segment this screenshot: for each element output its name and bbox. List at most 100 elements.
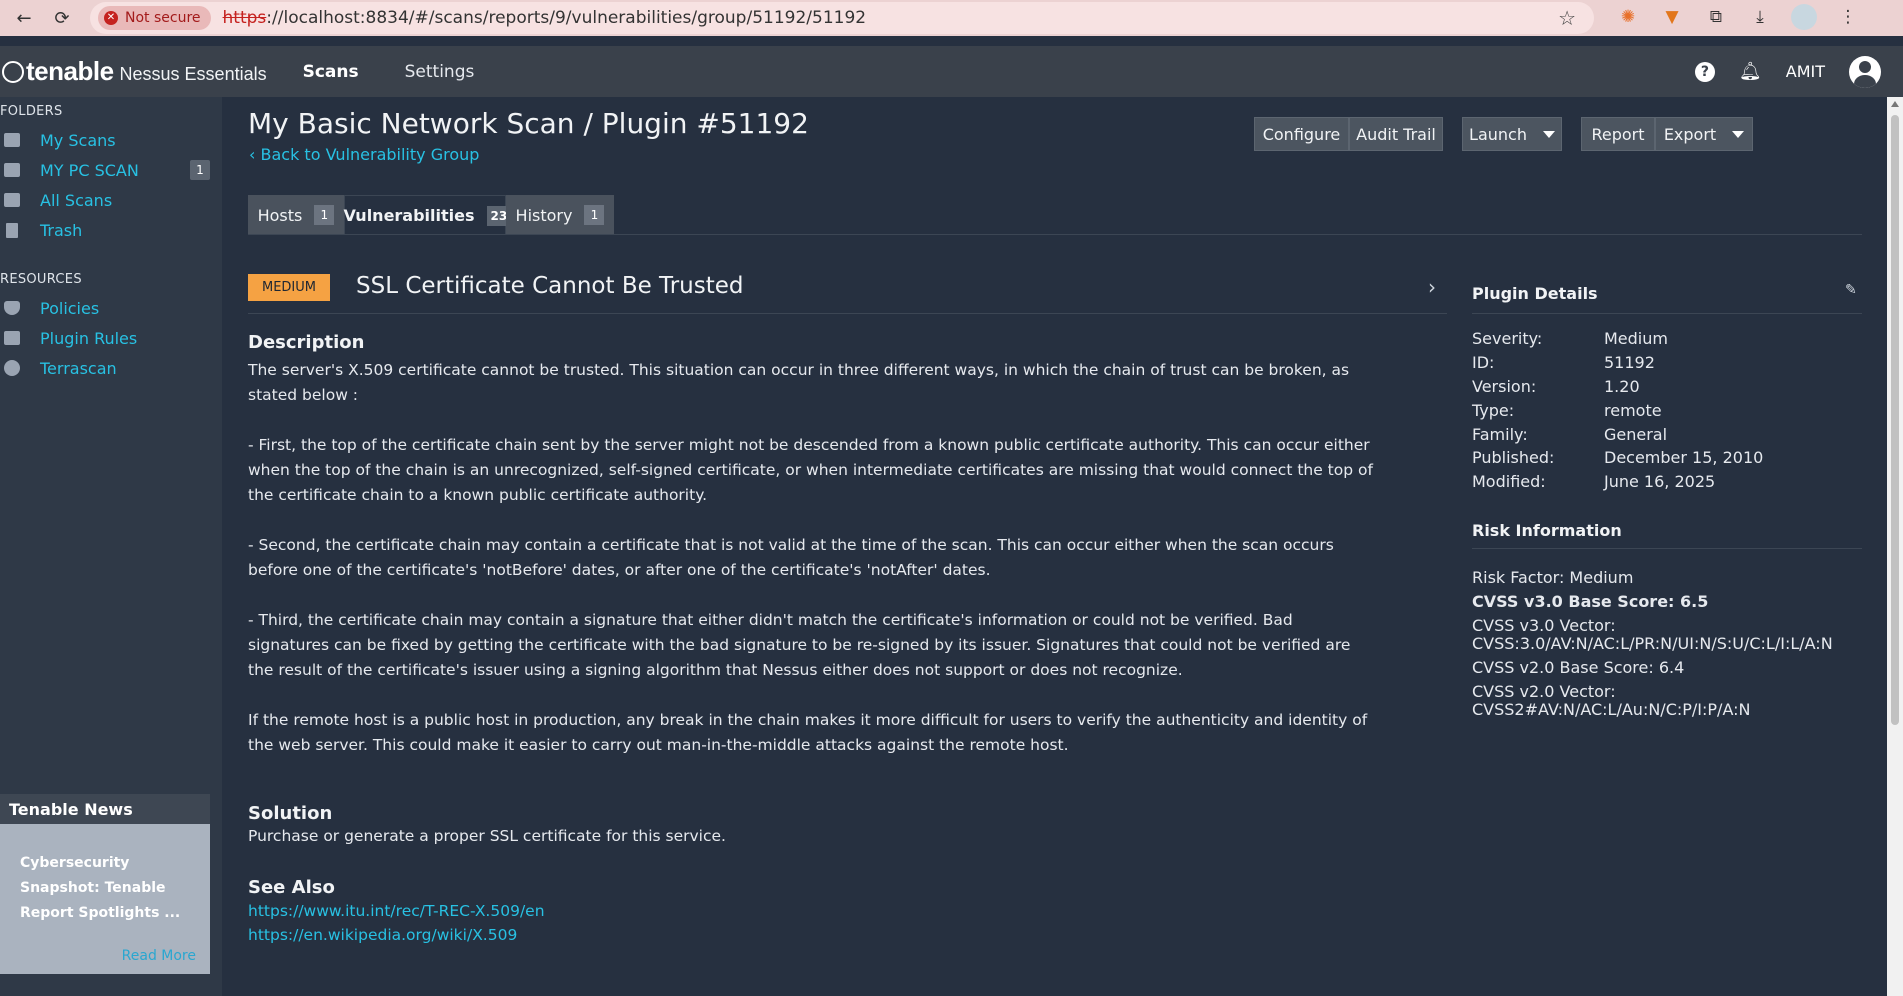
tenable-logo[interactable]: tenable Nessus Essentials	[2, 56, 267, 87]
plugin-details-heading: Plugin Details	[1472, 284, 1598, 303]
cvss3-base-score: CVSS v3.0 Base Score: 6.5	[1472, 592, 1709, 611]
report-button[interactable]: Report	[1581, 117, 1655, 151]
page-title: My Basic Network Scan / Plugin #51192	[248, 107, 809, 140]
detail-row-modified: Modified: June 16, 2025	[1472, 472, 1862, 491]
title-divider	[248, 313, 1447, 314]
detail-key: Type:	[1472, 401, 1515, 420]
read-more-link[interactable]: Read More	[122, 948, 196, 964]
description-text: The server's X.509 certificate cannot be…	[248, 358, 1378, 783]
detail-key: Modified:	[1472, 472, 1546, 491]
logo-ring-icon	[2, 61, 24, 83]
security-label: Not secure	[125, 10, 201, 26]
risk-information-heading: Risk Information	[1472, 521, 1622, 540]
user-name[interactable]: AMIT	[1786, 62, 1825, 81]
sidebar-item-label: Plugin Rules	[40, 328, 138, 348]
plugin-rules-icon	[4, 331, 20, 345]
sidebar-item-my-scans[interactable]: My Scans	[0, 125, 210, 155]
solution-heading: Solution	[248, 803, 333, 824]
tab-history[interactable]: History 1	[506, 195, 614, 235]
address-bar[interactable]: ✕ Not secure https://localhost:8834/#/sc…	[90, 2, 1594, 34]
shield-icon	[4, 301, 20, 315]
sidebar-item-trash[interactable]: Trash	[0, 215, 210, 245]
news-headline-line: Cybersecurity	[20, 855, 130, 871]
see-also-link[interactable]: https://www.itu.int/rec/T-REC-X.509/en	[248, 902, 545, 920]
brand-name: tenable	[26, 56, 114, 86]
back-arrow-icon[interactable]: ←	[10, 4, 38, 32]
risk-factor: Risk Factor: Medium	[1472, 568, 1634, 587]
detail-row-family: Family: General	[1472, 425, 1862, 444]
configure-button[interactable]: Configure	[1254, 117, 1349, 151]
kebab-menu-icon[interactable]: ⋮	[1835, 4, 1861, 30]
scroll-up-arrow-icon[interactable]	[1891, 101, 1899, 107]
news-headline-line: Snapshot: Tenable	[20, 880, 166, 896]
url-text[interactable]: https://localhost:8834/#/scans/reports/9…	[223, 8, 867, 28]
nav-scans[interactable]: Scans	[303, 62, 359, 82]
sidebar-item-all-scans[interactable]: All Scans	[0, 185, 210, 215]
detail-value: Medium	[1604, 329, 1668, 348]
detail-row-id: ID: 51192	[1472, 353, 1862, 372]
export-button[interactable]: Export	[1655, 117, 1753, 151]
detail-value: 1.20	[1604, 377, 1640, 396]
detail-value: General	[1604, 425, 1668, 444]
top-nav: Scans Settings	[303, 62, 475, 82]
caret-down-icon	[1542, 130, 1555, 138]
audit-trail-button[interactable]: Audit Trail	[1349, 117, 1443, 151]
sidebar-item-policies[interactable]: Policies	[0, 293, 210, 323]
user-avatar[interactable]	[1849, 55, 1881, 88]
detail-key: ID:	[1472, 353, 1495, 372]
app-header: tenable Nessus Essentials Scans Settings…	[0, 46, 1903, 97]
sidebar-item-terrascan[interactable]: Terrascan	[0, 353, 210, 383]
detail-key: Version:	[1472, 377, 1537, 396]
bell-icon[interactable]: 🔔︎	[1739, 61, 1762, 82]
tab-label: Hosts	[257, 205, 303, 225]
export-label: Export	[1663, 124, 1717, 144]
resources-heading: RESOURCES	[0, 272, 82, 287]
puzzle-icon[interactable]: ⧉	[1703, 4, 1729, 30]
sidebar-item-label: MY PC SCAN	[40, 160, 139, 180]
reload-icon[interactable]: ⟳	[48, 4, 76, 32]
sidebar-item-label: Terrascan	[40, 358, 117, 378]
see-also-link[interactable]: https://en.wikipedia.org/wiki/X.509	[248, 926, 517, 944]
scrollbar[interactable]	[1887, 97, 1903, 996]
news-title: Tenable News	[0, 794, 210, 824]
download-icon[interactable]: ⤓	[1747, 4, 1773, 30]
metamask-icon[interactable]: ▼	[1659, 4, 1685, 30]
back-link[interactable]: ‹ Back to Vulnerability Group	[249, 145, 479, 164]
severity-badge: MEDIUM	[248, 274, 330, 301]
detail-row-severity: Severity: Medium	[1472, 329, 1862, 348]
detail-key: Published:	[1472, 448, 1555, 467]
extensions-area: ✺ ▼ ⧉ ⤓ ⋮	[1615, 4, 1861, 30]
launch-button[interactable]: Launch	[1462, 117, 1562, 151]
pencil-icon[interactable]: ✎	[1845, 282, 1857, 298]
security-indicator[interactable]: ✕ Not secure	[98, 6, 211, 30]
description-paragraph: - Third, the certificate chain may conta…	[248, 611, 1351, 679]
news-headline[interactable]: Cybersecurity Snapshot: Tenable Report S…	[0, 824, 210, 926]
tab-label: History	[515, 205, 573, 225]
detail-value: December 15, 2010	[1604, 448, 1764, 467]
cvss3-vector: CVSS:3.0/AV:N/AC:L/PR:N/UI:N/S:U/C:L/I:L…	[1472, 634, 1833, 653]
sidebar-item-my-pc-scan[interactable]: MY PC SCAN 1	[0, 155, 210, 185]
see-also-heading: See Also	[248, 877, 335, 898]
bookmark-star-icon[interactable]: ☆	[1558, 6, 1576, 30]
chevron-right-icon[interactable]: ›	[1428, 275, 1436, 299]
detail-row-type: Type: remote	[1472, 401, 1862, 420]
sidebar-item-label: Policies	[40, 298, 100, 318]
profile-avatar[interactable]	[1791, 4, 1817, 30]
detail-value: 51192	[1604, 353, 1655, 372]
description-paragraph: - First, the top of the certificate chai…	[248, 436, 1373, 504]
description-paragraph: - Second, the certificate chain may cont…	[248, 536, 1334, 579]
help-icon[interactable]: ?	[1694, 61, 1715, 82]
detail-row-published: Published: December 15, 2010	[1472, 448, 1862, 467]
sidebar-item-plugin-rules[interactable]: Plugin Rules	[0, 323, 210, 353]
description-heading: Description	[248, 332, 365, 353]
tab-hosts[interactable]: Hosts 1	[248, 195, 344, 235]
news-headline-line: Report Spotlights ...	[20, 905, 181, 921]
back-link-label: Back to Vulnerability Group	[260, 145, 480, 164]
tabs-divider	[248, 234, 1862, 235]
tab-vulnerabilities[interactable]: Vulnerabilities 23	[343, 195, 507, 235]
extension-icon[interactable]: ✺	[1615, 4, 1641, 30]
nav-settings[interactable]: Settings	[405, 62, 475, 82]
scrollbar-thumb[interactable]	[1891, 115, 1899, 725]
url-scheme: https	[222, 8, 267, 28]
sidebar-item-label: My Scans	[40, 130, 116, 150]
